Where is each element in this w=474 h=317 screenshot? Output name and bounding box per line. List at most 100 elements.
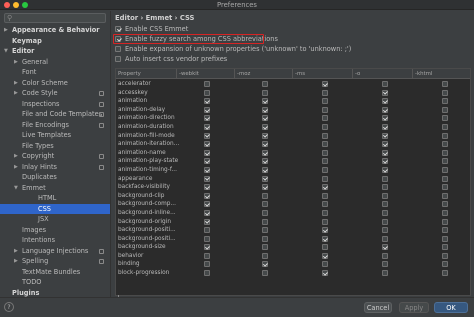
prefix-checkbox[interactable] xyxy=(204,141,210,148)
prefix-checkbox[interactable] xyxy=(382,115,388,122)
prefix-checkbox[interactable] xyxy=(262,115,268,122)
sidebar-item[interactable]: ▶ Inlay Hints xyxy=(0,162,110,173)
prefix-checkbox[interactable] xyxy=(262,192,268,199)
prefix-checkbox[interactable] xyxy=(382,227,388,234)
table-row[interactable]: animation-fill-mode xyxy=(116,132,470,141)
prefix-checkbox[interactable] xyxy=(322,201,328,208)
prefix-checkbox[interactable] xyxy=(204,235,210,242)
sidebar-item[interactable]: Intentions xyxy=(0,235,110,246)
prefix-checkbox[interactable] xyxy=(442,98,448,105)
sidebar-item[interactable]: Images xyxy=(0,225,110,236)
prefix-checkbox[interactable] xyxy=(204,261,210,268)
prefix-checkbox[interactable] xyxy=(322,175,328,182)
prefix-checkbox[interactable] xyxy=(322,209,328,216)
prefix-checkbox[interactable] xyxy=(262,158,268,165)
table-row[interactable]: background-size xyxy=(116,243,470,252)
sidebar-item[interactable]: JSX xyxy=(0,214,110,225)
prefix-checkbox[interactable] xyxy=(322,218,328,225)
prefix-checkbox[interactable] xyxy=(322,106,328,113)
prefix-checkbox[interactable] xyxy=(322,149,328,156)
sidebar-item[interactable]: File and Code Templates xyxy=(0,109,110,120)
prefix-checkbox[interactable] xyxy=(382,235,388,242)
sidebar-item[interactable]: HTML xyxy=(0,193,110,204)
ok-button[interactable]: OK xyxy=(434,302,468,313)
sidebar-item[interactable]: ▶ General xyxy=(0,57,110,68)
prefix-checkbox[interactable] xyxy=(442,261,448,268)
sidebar-item[interactable]: TODO xyxy=(0,277,110,288)
prefix-checkbox[interactable] xyxy=(382,201,388,208)
chevron-right-icon[interactable]: ▶ xyxy=(14,256,18,267)
prefix-checkbox[interactable] xyxy=(204,98,210,105)
prefix-checkbox[interactable] xyxy=(322,141,328,148)
prefix-checkbox[interactable] xyxy=(442,270,448,277)
option-checkbox[interactable] xyxy=(115,36,121,42)
prefix-checkbox[interactable] xyxy=(204,244,210,251)
sidebar-item[interactable]: Inspections xyxy=(0,99,110,110)
prefix-checkbox[interactable] xyxy=(442,166,448,173)
option-checkbox[interactable] xyxy=(115,26,121,32)
sidebar-item[interactable]: ▶ Appearance & Behavior xyxy=(0,25,110,36)
prefix-checkbox[interactable] xyxy=(204,106,210,113)
prefix-checkbox[interactable] xyxy=(204,227,210,234)
prefix-checkbox[interactable] xyxy=(382,218,388,225)
sidebar-item[interactable]: CSS xyxy=(0,203,110,214)
apply-button[interactable]: Apply xyxy=(399,302,429,313)
sidebar-item[interactable]: ▶ Copyright xyxy=(0,151,110,162)
sidebar-item[interactable]: ▼ Editor xyxy=(0,46,110,57)
prefix-checkbox[interactable] xyxy=(382,166,388,173)
prefix-checkbox[interactable] xyxy=(382,175,388,182)
prefix-checkbox[interactable] xyxy=(262,227,268,234)
table-row[interactable]: animation-name xyxy=(116,149,470,158)
prefix-checkbox[interactable] xyxy=(322,235,328,242)
sidebar-item[interactable]: Plugins xyxy=(0,288,110,298)
table-row[interactable]: background-origin xyxy=(116,218,470,227)
chevron-right-icon[interactable]: ▶ xyxy=(14,78,18,89)
prefix-checkbox[interactable] xyxy=(322,115,328,122)
prefix-checkbox[interactable] xyxy=(442,218,448,225)
prefix-checkbox[interactable] xyxy=(382,98,388,105)
sidebar-item[interactable]: Live Templates xyxy=(0,130,110,141)
prefix-checkbox[interactable] xyxy=(442,175,448,182)
prefix-checkbox[interactable] xyxy=(204,149,210,156)
column-header[interactable]: -ms xyxy=(292,69,352,79)
prefix-checkbox[interactable] xyxy=(322,270,328,277)
prefix-checkbox[interactable] xyxy=(262,149,268,156)
table-row[interactable]: animation-timing-f... xyxy=(116,166,470,175)
prefix-checkbox[interactable] xyxy=(204,81,210,87)
sidebar-item[interactable]: File Types xyxy=(0,141,110,152)
prefix-checkbox[interactable] xyxy=(262,244,268,251)
prefix-checkbox[interactable] xyxy=(382,123,388,130)
prefix-checkbox[interactable] xyxy=(322,98,328,105)
prefix-checkbox[interactable] xyxy=(382,132,388,139)
table-row[interactable]: animation-play-state xyxy=(116,157,470,166)
prefix-checkbox[interactable] xyxy=(382,244,388,251)
prefix-checkbox[interactable] xyxy=(322,227,328,234)
prefix-checkbox[interactable] xyxy=(262,235,268,242)
prefix-checkbox[interactable] xyxy=(322,252,328,259)
prefix-checkbox[interactable] xyxy=(322,184,328,191)
prefix-checkbox[interactable] xyxy=(322,132,328,139)
prefix-checkbox[interactable] xyxy=(442,106,448,113)
table-row[interactable]: animation-direction xyxy=(116,114,470,123)
table-row[interactable]: background-positi... xyxy=(116,226,470,235)
prefix-checkbox[interactable] xyxy=(382,270,388,277)
prefix-checkbox[interactable] xyxy=(442,115,448,122)
table-row[interactable]: animation-duration xyxy=(116,123,470,132)
prefix-checkbox[interactable] xyxy=(262,98,268,105)
prefix-checkbox[interactable] xyxy=(382,158,388,165)
chevron-right-icon[interactable]: ▶ xyxy=(14,246,18,257)
table-row[interactable]: behavior xyxy=(116,252,470,261)
prefix-checkbox[interactable] xyxy=(204,166,210,173)
prefix-checkbox[interactable] xyxy=(262,132,268,139)
option-checkbox[interactable] xyxy=(115,56,121,62)
prefix-checkbox[interactable] xyxy=(382,149,388,156)
sidebar-item[interactable]: ▶ Code Style xyxy=(0,88,110,99)
prefix-checkbox[interactable] xyxy=(382,261,388,268)
column-header[interactable]: -webkit xyxy=(176,69,234,79)
sidebar-item[interactable]: Duplicates xyxy=(0,172,110,183)
prefix-checkbox[interactable] xyxy=(442,201,448,208)
sidebar-item[interactable]: ▼ Emmet xyxy=(0,183,110,194)
prefix-checkbox[interactable] xyxy=(382,81,388,87)
settings-search-input[interactable]: ⚲ xyxy=(4,13,106,23)
table-row[interactable]: backface-visibility xyxy=(116,183,470,192)
